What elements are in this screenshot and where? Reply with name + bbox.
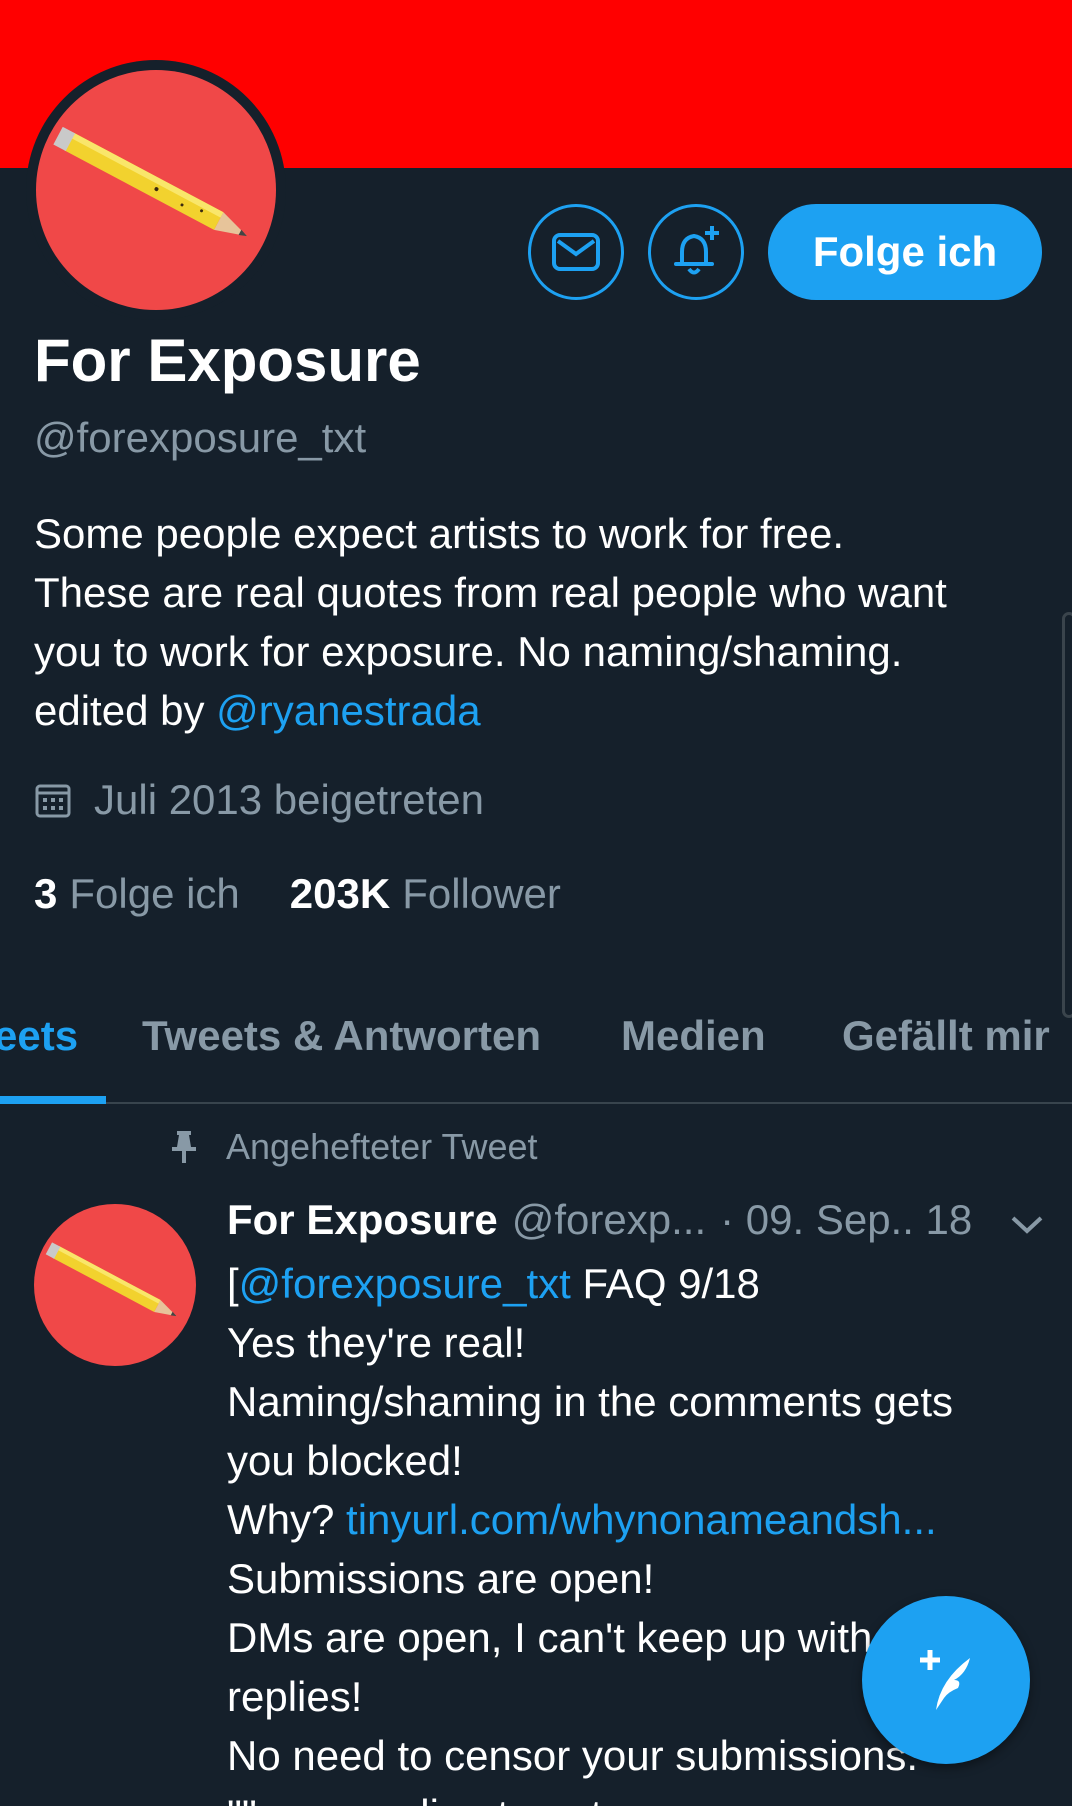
profile-stats: 3 Folge ich 203K Follower [34, 870, 611, 918]
why-prefix: Why? [227, 1496, 347, 1543]
pinned-tweet-label: Angehefteter Tweet [160, 1126, 538, 1168]
tab-tweets-and-replies[interactable]: Tweets & Antworten [142, 1012, 541, 1060]
bio-edited-prefix: edited by [34, 687, 217, 734]
bio-line: Some people expect artists to work for f… [34, 510, 845, 557]
tweet-line: Naming/shaming in the comments gets [227, 1378, 953, 1425]
profile-avatar[interactable] [26, 60, 286, 320]
profile-tabs: eets Tweets & Antworten Medien Gefällt m… [0, 990, 1072, 1104]
tweet-line: No need to censor your submissions. [227, 1732, 919, 1779]
tweet-author-name[interactable]: For Exposure [227, 1196, 498, 1244]
tweet-header: For Exposure @forexp... · 09. Sep.. 18 [227, 1196, 972, 1244]
following-label: Folge ich [69, 870, 240, 917]
following-count: 3 [34, 870, 58, 917]
notifications-button[interactable] [648, 204, 744, 300]
tweet-date[interactable]: · 09. Sep.. 18 [720, 1196, 972, 1244]
scroll-indicator[interactable] [1062, 612, 1072, 1018]
bio-line: These are real quotes from real people w… [34, 569, 947, 616]
pinned-text: Angehefteter Tweet [226, 1126, 538, 1167]
profile-name: For Exposure [34, 327, 421, 394]
bio-line: you to work for exposure. No naming/sham… [34, 628, 903, 675]
following-stat[interactable]: 3 Folge ich [34, 870, 240, 918]
joined-date: Juli 2013 beigetreten [34, 776, 484, 824]
calendar-icon [34, 781, 72, 819]
pin-icon [160, 1129, 208, 1165]
tweet-line: Yes they're real! [227, 1319, 526, 1366]
tweet-text: [@forexposure_txt FAQ 9/18 Yes they're r… [227, 1254, 953, 1806]
mention-link[interactable]: @forexposure_txt [239, 1260, 571, 1307]
faq-text: FAQ 9/18 [570, 1260, 760, 1307]
profile-bio: Some people expect artists to work for f… [34, 504, 1034, 740]
tab-tweets[interactable]: eets [0, 1012, 78, 1060]
tweet-author-handle[interactable]: @forexp... [512, 1196, 706, 1244]
followers-label: Follower [402, 870, 561, 917]
compose-tweet-icon [920, 1650, 970, 1710]
envelope-icon [552, 233, 600, 271]
message-button[interactable] [528, 204, 624, 300]
followers-count: 203K [289, 870, 391, 917]
tab-likes[interactable]: Gefällt mir [842, 1012, 1050, 1060]
tweet-line: Submissions are open! [227, 1555, 655, 1602]
compose-tweet-button[interactable] [862, 1596, 1030, 1764]
active-tab-indicator [0, 1096, 106, 1104]
followers-stat[interactable]: 203K Follower [290, 870, 561, 918]
bell-plus-icon [674, 226, 719, 275]
profile-handle: @forexposure_txt [34, 414, 367, 461]
tweet-line: "" means direct quote [227, 1785, 953, 1806]
avatar-image [36, 70, 276, 310]
tab-media[interactable]: Medien [621, 1012, 766, 1060]
joined-text: Juli 2013 beigetreten [94, 776, 484, 823]
follow-button[interactable]: Folge ich [768, 204, 1042, 300]
bracket-prefix: [ [227, 1260, 239, 1307]
tweet-line: DMs are open, I can't keep up with [227, 1614, 873, 1661]
profile-screen: Folge ich For Exposure @forexposure_txt … [0, 0, 1072, 1806]
tweet-line: Why? tinyurl.com/whynonameandsh... [227, 1490, 953, 1549]
editor-mention-link[interactable]: @ryanestrada [216, 687, 480, 734]
tweet-line: [@forexposure_txt FAQ 9/18 [227, 1254, 953, 1313]
bio-edited-line: edited by @ryanestrada [34, 681, 1034, 740]
tweet-line: you blocked! [227, 1437, 463, 1484]
tweet-line: replies! [227, 1673, 363, 1720]
chevron-down-icon[interactable] [1010, 1214, 1044, 1241]
tinyurl-link[interactable]: tinyurl.com/whynonameandsh... [346, 1496, 937, 1543]
tweet-author-avatar[interactable] [34, 1204, 196, 1366]
